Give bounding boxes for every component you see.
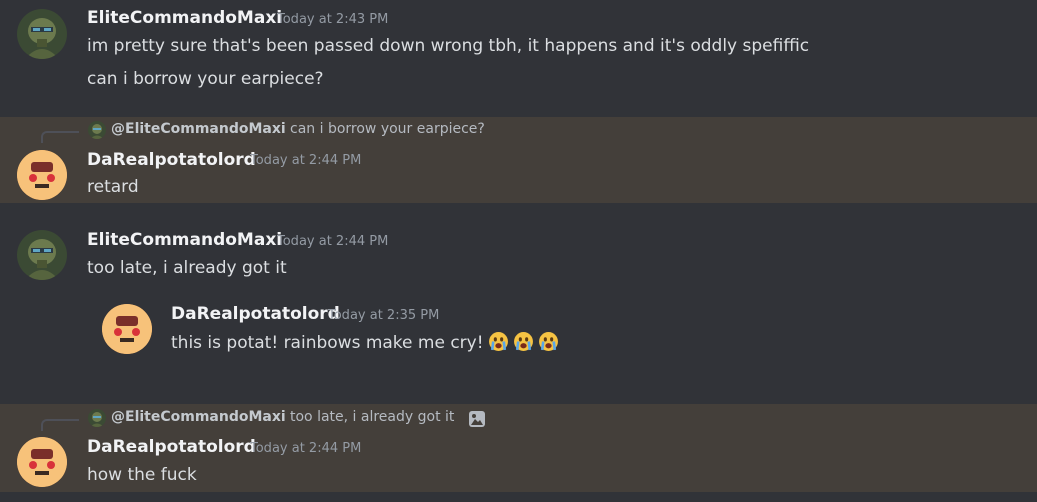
- message-text: im pretty sure that's been passed down w…: [87, 36, 810, 56]
- embed-text: this is potat! rainbows make me cry!: [171, 331, 559, 353]
- image-icon: [469, 411, 485, 427]
- reply-spine: [41, 131, 79, 143]
- username[interactable]: EliteCommandoMaxi: [87, 8, 282, 28]
- message-text: can i borrow your earpiece?: [87, 69, 324, 89]
- message-text: how the fuck: [87, 465, 197, 485]
- crying-face-icon: [488, 332, 508, 351]
- username[interactable]: DaRealpotatolord: [87, 437, 256, 457]
- reply-author[interactable]: @EliteCommandoMaxi: [111, 121, 286, 137]
- reply-text[interactable]: can i borrow your earpiece?: [290, 121, 485, 137]
- timestamp: Today at 2:43 PM: [277, 12, 389, 27]
- crying-face-icon: [538, 332, 558, 351]
- message: @EliteCommandoMaxi too late, i already g…: [0, 404, 1037, 492]
- message-text: too late, i already got it: [87, 258, 287, 278]
- embed-text-body: this is potat! rainbows make me cry!: [171, 333, 484, 353]
- reply-avatar: [88, 409, 106, 427]
- reply-avatar: [88, 121, 106, 139]
- reply-preview[interactable]: @EliteCommandoMaxi too late, i already g…: [0, 406, 1037, 431]
- chat-log: EliteCommandoMaxi Today at 2:43 PM im pr…: [0, 0, 1037, 502]
- username[interactable]: EliteCommandoMaxi: [87, 230, 282, 250]
- message-text: retard: [87, 177, 139, 197]
- timestamp: Today at 2:44 PM: [277, 234, 389, 249]
- reply-preview[interactable]: @EliteCommandoMaxi can i borrow your ear…: [0, 118, 1037, 143]
- message: @EliteCommandoMaxi can i borrow your ear…: [0, 117, 1037, 203]
- message: EliteCommandoMaxi Today at 2:44 PM too l…: [0, 220, 1037, 370]
- message: EliteCommandoMaxi Today at 2:43 PM im pr…: [0, 0, 1037, 112]
- embed-author[interactable]: DaRealpotatolord: [171, 304, 340, 324]
- timestamp: Today at 2:44 PM: [250, 153, 362, 168]
- avatar[interactable]: [17, 150, 67, 200]
- timestamp: Today at 2:44 PM: [250, 441, 362, 456]
- reply-text[interactable]: too late, i already got it: [290, 409, 454, 425]
- embed-avatar[interactable]: [102, 304, 152, 354]
- avatar[interactable]: [17, 230, 67, 280]
- reply-author[interactable]: @EliteCommandoMaxi: [111, 409, 286, 425]
- avatar[interactable]: [17, 9, 67, 59]
- reply-spine: [41, 419, 79, 431]
- crying-face-icon: [513, 332, 533, 351]
- avatar[interactable]: [17, 437, 67, 487]
- username[interactable]: DaRealpotatolord: [87, 150, 256, 170]
- embed-timestamp: Today at 2:35 PM: [328, 308, 440, 323]
